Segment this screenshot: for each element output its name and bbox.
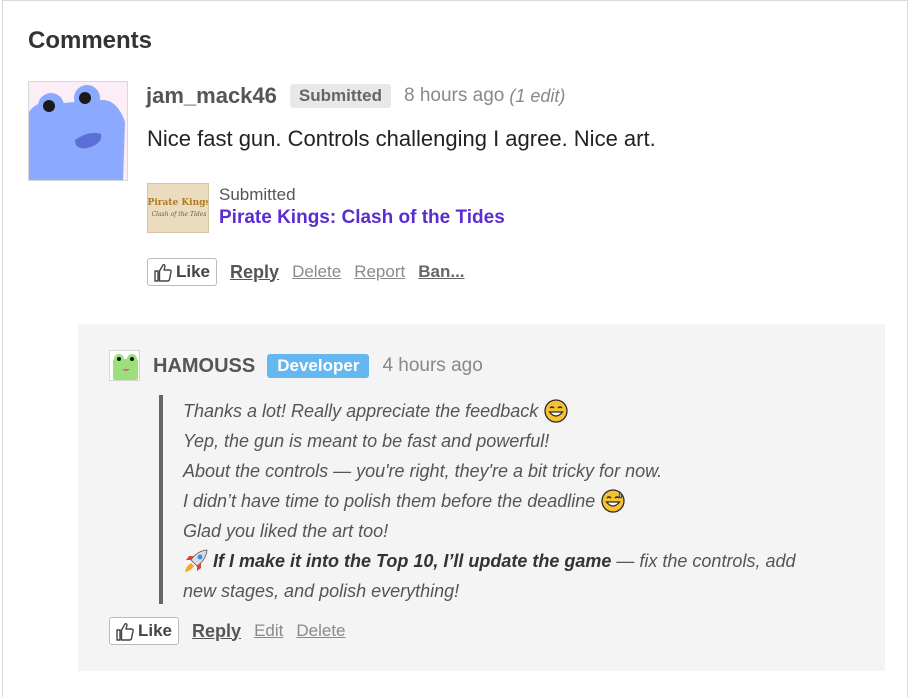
reply-line: About the controls — you're right, they'… [183, 461, 663, 481]
grinning-sweat-emoji-icon [601, 489, 625, 513]
thumb-subtitle: Clash of the Tides [152, 211, 207, 218]
edit-count: (1 edit) [509, 85, 566, 106]
timestamp[interactable]: 8 hours ago [404, 85, 504, 107]
rocket-emoji-icon [185, 549, 208, 572]
frog-avatar-icon [110, 351, 139, 380]
avatar[interactable] [28, 81, 128, 181]
reply-line: Glad you liked the art too! [183, 521, 389, 541]
quote-bar [159, 395, 163, 604]
thumbs-up-icon [116, 622, 134, 641]
like-button[interactable]: Like [147, 258, 218, 286]
username[interactable]: jam_mack46 [146, 83, 277, 109]
submitted-badge: Submitted [289, 84, 391, 108]
reply-line: Thanks a lot! Really appreciate the feed… [183, 401, 539, 421]
game-cover-image: Pirate Kings Clash of the Tides [148, 184, 209, 232]
like-button[interactable]: Like [109, 617, 180, 645]
reply-header: HAMOUSS Developer 4 hours ago [153, 352, 483, 380]
reply-body: Thanks a lot! Really appreciate the feed… [183, 396, 823, 606]
grinning-face-emoji-icon [544, 399, 568, 423]
timestamp[interactable]: 4 hours ago [382, 355, 482, 377]
comment-body: Nice fast gun. Controls challenging I ag… [147, 126, 656, 151]
delete-link[interactable]: Delete [296, 621, 345, 641]
username[interactable]: HAMOUSS [153, 355, 255, 378]
comment-header: jam_mack46 Submitted 8 hours ago (1 edit… [146, 82, 565, 110]
comments-heading: Comments [28, 27, 153, 54]
reply-highlight: If I make it into the Top 10, I’ll updat… [213, 551, 612, 571]
comment-actions: Like Reply Delete Report Ban... [147, 258, 465, 286]
reply-line: Yep, the gun is meant to be fast and pow… [183, 431, 550, 451]
like-label: Like [138, 621, 173, 640]
thumbs-up-icon [154, 263, 172, 282]
developer-badge: Developer [267, 354, 370, 378]
avatar[interactable] [109, 350, 140, 381]
reply-line: I didn’t have time to polish them before… [183, 491, 596, 511]
reply-line: new stages, and polish everything! [183, 581, 460, 601]
report-link[interactable]: Report [354, 262, 405, 282]
submission-label: Submitted [219, 185, 296, 204]
reply-actions: Like Reply Edit Delete [109, 617, 346, 645]
thumb-title: Pirate Kings [148, 198, 209, 208]
delete-link[interactable]: Delete [292, 262, 341, 282]
edit-link[interactable]: Edit [254, 621, 283, 641]
reply-line: — fix the controls, add [611, 551, 796, 571]
like-label: Like [176, 262, 211, 281]
frog-avatar-icon [29, 82, 127, 180]
game-thumbnail[interactable]: Pirate Kings Clash of the Tides [147, 183, 209, 233]
ban-link[interactable]: Ban... [418, 262, 464, 282]
game-link[interactable]: Pirate Kings: Clash of the Tides [219, 207, 505, 229]
reply-link[interactable]: Reply [230, 262, 279, 283]
reply-link[interactable]: Reply [192, 621, 241, 642]
